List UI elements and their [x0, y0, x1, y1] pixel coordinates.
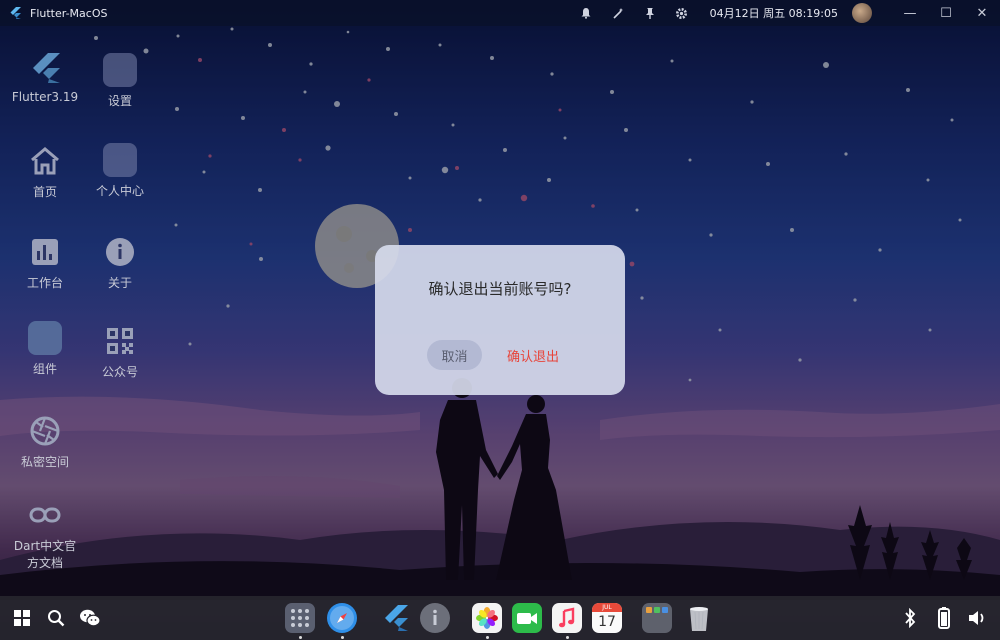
- dialog-message: 确认退出当前账号吗?: [428, 280, 572, 298]
- desktop-item-workbench[interactable]: 工作台: [10, 234, 80, 291]
- desktop-item-label: 公众号: [101, 365, 138, 379]
- magic-wand-icon[interactable]: [610, 5, 626, 21]
- gear-icon[interactable]: [674, 5, 690, 21]
- chart-icon: [27, 234, 63, 270]
- pin-icon[interactable]: [642, 5, 658, 21]
- launchpad-icon[interactable]: [285, 603, 315, 633]
- bell-icon[interactable]: [578, 5, 594, 21]
- desktop-item-label: Flutter3.19: [11, 90, 79, 104]
- facetime-icon[interactable]: [512, 603, 542, 633]
- desktop-item-label: 私密空间: [20, 455, 69, 469]
- desktop-item-label: 个人中心: [95, 184, 144, 198]
- flutter-icon[interactable]: [381, 603, 411, 633]
- desktop-item-label-line1: Dart中文官: [13, 539, 77, 553]
- desktop-item-profile[interactable]: 个人中心: [85, 142, 155, 199]
- logout-confirm-dialog: 确认退出当前账号吗? 取消 确认退出: [375, 245, 625, 395]
- close-button[interactable]: ✕: [964, 0, 1000, 26]
- aperture-icon: [27, 413, 63, 449]
- wechat-icon[interactable]: [78, 607, 102, 629]
- bluetooth-icon[interactable]: [900, 607, 920, 629]
- running-indicator: [486, 636, 489, 639]
- desktop-item-label: 关于: [107, 276, 132, 290]
- trash-icon[interactable]: [684, 603, 714, 633]
- search-icon[interactable]: [46, 608, 66, 628]
- titlebar-right: 04月12日 周五 08:19:05 — ☐ ✕: [570, 0, 1000, 26]
- volume-icon[interactable]: [966, 607, 988, 629]
- profile-tile-icon: [102, 142, 138, 178]
- desktop-item-label: 组件: [32, 362, 57, 376]
- taskbar: JUL 17: [0, 596, 1000, 640]
- desktop-item-official-account[interactable]: 公众号: [85, 323, 155, 380]
- calendar-icon[interactable]: JUL 17: [592, 603, 622, 633]
- link-icon: [27, 497, 63, 533]
- battery-icon[interactable]: [934, 607, 954, 629]
- home-icon: [27, 143, 63, 179]
- components-tile-icon: [27, 320, 63, 356]
- settings-tile-icon: [102, 52, 138, 88]
- desktop-item-dart-docs[interactable]: Dart中文官 方文档: [10, 497, 80, 571]
- desktop-item-label: 首页: [32, 185, 57, 199]
- window-title: Flutter-MacOS: [30, 6, 108, 20]
- avatar[interactable]: [852, 3, 872, 23]
- calendar-month: JUL: [592, 603, 622, 612]
- desktop-item-components[interactable]: 组件: [10, 320, 80, 377]
- minimize-button[interactable]: —: [892, 0, 928, 26]
- safari-icon[interactable]: [327, 603, 357, 633]
- desktop-item-label-line2: 方文档: [26, 556, 63, 570]
- photos-icon[interactable]: [472, 603, 502, 633]
- window-titlebar: Flutter-MacOS 04月12日 周五 08:19:05 — ☐ ✕: [0, 0, 1000, 26]
- desktop-item-private-space[interactable]: 私密空间: [10, 413, 80, 470]
- windows-icon[interactable]: [12, 608, 32, 628]
- desktop-item-home[interactable]: 首页: [10, 143, 80, 200]
- desktop-item-about[interactable]: 关于: [85, 234, 155, 291]
- running-indicator: [299, 636, 302, 639]
- maximize-button[interactable]: ☐: [928, 0, 964, 26]
- qrcode-icon: [102, 323, 138, 359]
- flutter-logo-icon: [27, 50, 63, 86]
- datetime: 04月12日 周五 08:19:05: [709, 7, 838, 20]
- cancel-button[interactable]: 取消: [427, 340, 482, 370]
- desktop-item-label: 工作台: [26, 276, 63, 290]
- music-icon[interactable]: [552, 603, 582, 633]
- calendar-day: 17: [598, 614, 616, 630]
- info-icon: [102, 234, 138, 270]
- desktop-item-flutter[interactable]: Flutter3.19: [10, 50, 80, 104]
- desktop-item-label: 设置: [107, 94, 132, 108]
- running-indicator: [341, 636, 344, 639]
- running-indicator: [566, 636, 569, 639]
- desktop-item-settings[interactable]: 设置: [85, 52, 155, 109]
- confirm-logout-button[interactable]: 确认退出: [501, 340, 565, 370]
- folder-icon[interactable]: [642, 603, 672, 633]
- info-icon[interactable]: [420, 603, 450, 633]
- flutter-logo-icon: [10, 7, 21, 19]
